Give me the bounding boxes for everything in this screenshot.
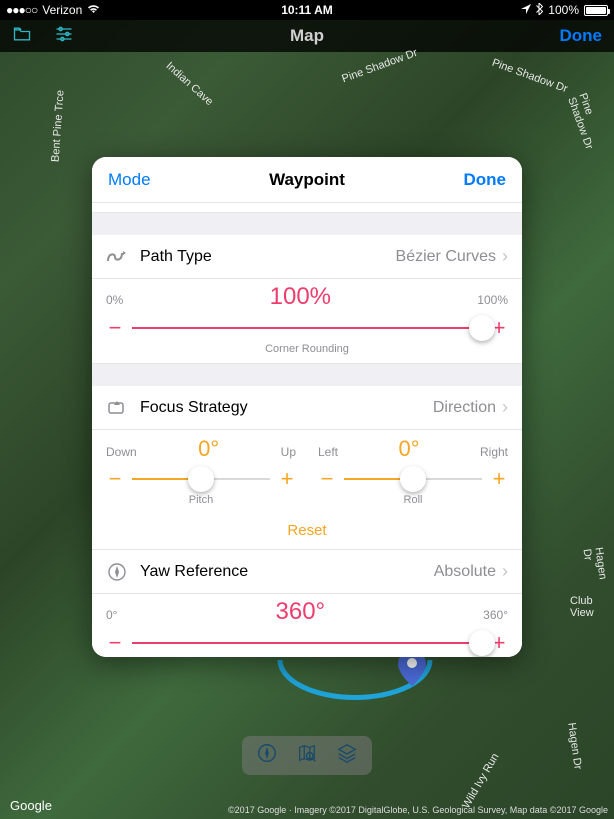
- nav-bar: Map Done: [0, 20, 614, 52]
- focus-icon: [106, 399, 128, 417]
- focus-strategy-row[interactable]: Focus Strategy Direction ›: [92, 386, 522, 430]
- map-tool-pill: [242, 736, 372, 775]
- map-map-icon[interactable]: [296, 742, 318, 769]
- pitch-up-label: Up: [281, 445, 296, 459]
- battery-icon: [584, 5, 608, 16]
- panel-done-button[interactable]: Done: [464, 170, 507, 190]
- street-label: Wild Ivy Run: [460, 751, 501, 810]
- roll-slider[interactable]: [344, 467, 482, 491]
- roll-minus-button[interactable]: −: [318, 466, 336, 492]
- waypoint-panel: Mode Waypoint Done Path Type Bézier Curv…: [92, 157, 522, 657]
- map-attribution: ©2017 Google · Imagery ©2017 DigitalGlob…: [228, 805, 608, 815]
- reset-button[interactable]: Reset: [92, 514, 522, 550]
- yaw-value: 360°: [117, 598, 483, 626]
- yaw-ref-row[interactable]: Yaw Reference Absolute ›: [92, 550, 522, 594]
- roll-right-label: Right: [480, 445, 508, 459]
- pitch-slider[interactable]: [132, 467, 270, 491]
- street-label: Club View: [570, 595, 614, 619]
- chevron-right-icon: ›: [502, 246, 508, 267]
- nav-done-button[interactable]: Done: [560, 26, 603, 46]
- yaw-ref-label: Yaw Reference: [140, 563, 434, 581]
- roll-caption: Roll: [318, 494, 508, 506]
- map-layers-icon[interactable]: [336, 742, 358, 769]
- street-label: Pine Shadow Dr: [340, 47, 419, 85]
- cr-min-label: 0%: [106, 293, 123, 307]
- pitch-down-label: Down: [106, 445, 137, 459]
- street-label: Indian Cave: [164, 60, 216, 108]
- street-label: Pine Shadow Dr: [565, 92, 607, 153]
- cr-value: 100%: [123, 283, 477, 311]
- street-label: Bent Pine Trce: [50, 90, 67, 163]
- corner-rounding-block: 0% 100% 100% − + Corner Rounding: [92, 279, 522, 364]
- roll-left-label: Left: [318, 445, 338, 459]
- yaw-ref-value: Absolute: [434, 563, 496, 581]
- pitch-plus-button[interactable]: +: [278, 466, 296, 492]
- compass-icon: [106, 562, 128, 582]
- focus-value: Direction: [433, 399, 496, 417]
- pitch-roll-block: Down 0° Up − + Pitch Left: [92, 430, 522, 514]
- path-type-value: Bézier Curves: [396, 248, 496, 266]
- street-label: Hagen Dr: [580, 547, 609, 588]
- path-type-row[interactable]: Path Type Bézier Curves ›: [92, 235, 522, 279]
- status-time: 10:11 AM: [0, 3, 614, 17]
- pitch-minus-button[interactable]: −: [106, 466, 124, 492]
- roll-plus-button[interactable]: +: [490, 466, 508, 492]
- street-label: Hagen Dr: [565, 722, 583, 770]
- pitch-value: 0°: [137, 436, 281, 462]
- focus-label: Focus Strategy: [140, 399, 433, 417]
- mode-button[interactable]: Mode: [108, 170, 151, 190]
- cr-max-label: 100%: [477, 293, 508, 307]
- map-compass-icon[interactable]: [256, 742, 278, 769]
- nav-title: Map: [0, 26, 614, 46]
- yaw-min-label: 0°: [106, 608, 117, 622]
- cr-slider[interactable]: [132, 316, 482, 340]
- path-icon: [106, 249, 128, 265]
- pitch-caption: Pitch: [106, 494, 296, 506]
- cr-caption: Corner Rounding: [106, 343, 508, 355]
- chevron-right-icon: ›: [502, 561, 508, 582]
- path-type-label: Path Type: [140, 248, 396, 266]
- cr-minus-button[interactable]: −: [106, 315, 124, 341]
- yaw-slider[interactable]: [132, 631, 482, 655]
- street-label: Pine Shadow Dr: [490, 57, 569, 95]
- roll-value: 0°: [338, 436, 480, 462]
- google-logo: Google: [10, 798, 52, 813]
- chevron-right-icon: ›: [502, 397, 508, 418]
- yaw-block: 0° 360° 360° − + Yaw: [92, 594, 522, 657]
- status-bar: ●●●○○ Verizon 10:11 AM 100%: [0, 0, 614, 20]
- panel-title: Waypoint: [92, 170, 522, 190]
- yaw-minus-button[interactable]: −: [106, 630, 124, 656]
- yaw-max-label: 360°: [483, 608, 508, 622]
